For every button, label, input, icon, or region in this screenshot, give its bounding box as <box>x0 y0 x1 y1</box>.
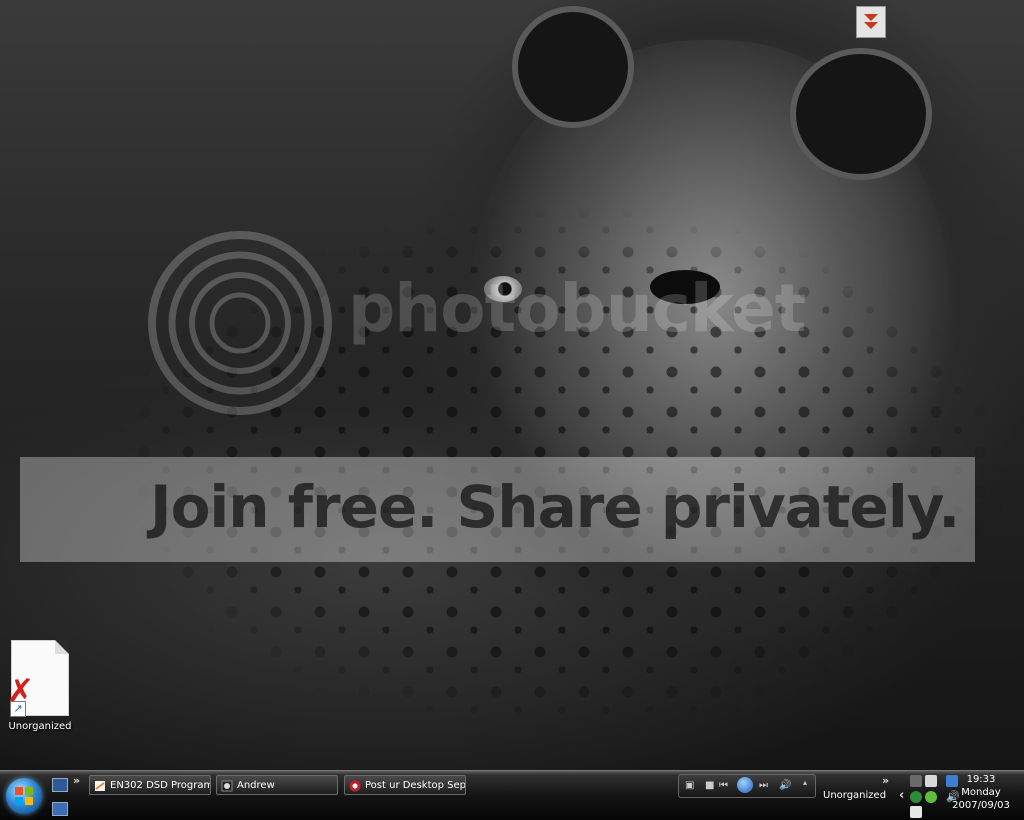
clock-date: 2007/09/03 <box>952 800 1010 811</box>
taskbar: » EN302 DSD Program... Andrew Post ur De… <box>0 770 1024 820</box>
show-desktop-icon[interactable] <box>52 778 68 792</box>
desktop-icon-unorganized[interactable]: ✗ ↗ Unorganized <box>4 640 76 732</box>
tray-device-icon[interactable] <box>910 806 922 818</box>
switch-windows-icon[interactable] <box>52 802 68 816</box>
media-volume-icon[interactable]: 🔊 <box>779 780 791 792</box>
desktop-wallpaper[interactable]: photobucket Join free. Share privately. … <box>0 0 1024 770</box>
media-next-icon[interactable]: ⏭ <box>759 780 768 792</box>
broken-document-icon: ✗ ↗ <box>6 640 69 717</box>
taskbar-button-andrew[interactable]: Andrew <box>216 775 338 795</box>
windows-logo-icon <box>15 787 33 805</box>
download-button[interactable] <box>856 6 886 38</box>
tray-network-icon[interactable] <box>925 775 937 787</box>
media-expand-icon[interactable]: ▴ <box>803 777 807 789</box>
media-restore-icon[interactable]: ▣ <box>685 780 694 792</box>
tray-messenger-icon[interactable] <box>925 791 937 803</box>
media-play-button[interactable] <box>737 777 753 793</box>
tray-expand-chevron[interactable]: ‹ <box>899 788 904 803</box>
double-chevron-down-icon <box>864 14 878 29</box>
taskbar-button-label: Andrew <box>237 780 275 791</box>
messenger-icon <box>221 780 233 792</box>
quick-launch-overflow-chevron[interactable]: » <box>73 774 80 787</box>
taskbar-clock[interactable]: 19:33 Monday 2007/09/03 <box>950 773 1012 812</box>
document-icon <box>95 781 105 791</box>
browser-icon <box>349 780 361 792</box>
start-button[interactable] <box>6 778 42 814</box>
media-player-toolbar: ▣ ■ ⏮ ⏭ 🔊 ▴ <box>678 774 816 798</box>
toolbar-overflow-chevron[interactable]: » <box>882 774 889 787</box>
tray-security-icon[interactable] <box>910 791 922 803</box>
taskbar-button-label: Post ur Desktop Sep... <box>365 780 466 791</box>
media-previous-icon[interactable]: ⏮ <box>719 780 728 792</box>
desktop-icon-label: Unorganized <box>8 721 72 732</box>
leopard-ear-left <box>512 6 634 128</box>
clock-day: Monday <box>961 787 1001 798</box>
watermark-banner: Join free. Share privately. <box>20 457 975 562</box>
taskbar-button-label: EN302 DSD Program... <box>110 780 210 791</box>
clock-time: 19:33 <box>966 774 996 785</box>
media-stop-icon[interactable]: ■ <box>705 780 714 792</box>
tray-app-icon[interactable] <box>910 775 922 787</box>
shortcut-arrow-icon: ↗ <box>10 701 26 717</box>
unorganized-toolbar-label[interactable]: Unorganized <box>823 790 886 801</box>
watermark-logo-icon <box>148 231 332 415</box>
taskbar-button-en302[interactable]: EN302 DSD Program... <box>89 775 211 795</box>
watermark-tagline: Join free. Share privately. <box>150 473 960 541</box>
taskbar-button-post-ur-desktop[interactable]: Post ur Desktop Sep... <box>344 775 466 795</box>
leopard-ear-right <box>790 48 932 180</box>
watermark-brand: photobucket <box>348 270 806 347</box>
